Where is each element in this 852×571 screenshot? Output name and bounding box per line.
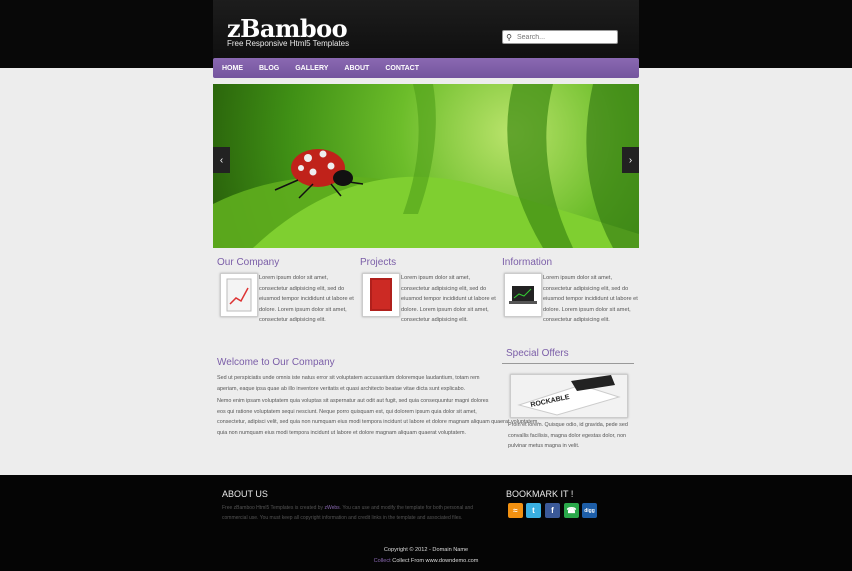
facebook-icon[interactable]: f	[545, 503, 560, 518]
twitter-icon[interactable]: t	[526, 503, 541, 518]
site-tagline: Free Responsive Html5 Templates	[227, 39, 350, 48]
slider-prev-button[interactable]: ‹	[213, 147, 230, 173]
footer	[0, 475, 852, 571]
search-icon[interactable]: ⚲	[503, 33, 515, 42]
hero-slider	[213, 84, 639, 248]
column-text-information: Lorem ipsum dolor sit amet, consectetur a…	[543, 275, 638, 323]
column-title-information: Information	[502, 257, 553, 268]
footer-zwebs-link[interactable]: zWebs	[324, 505, 339, 511]
ladybug-leaf-image	[213, 84, 639, 248]
projects-portfolio-image	[362, 273, 400, 317]
main-nav: HOME BLOG GALLERY ABOUT CONTACT	[213, 58, 639, 78]
footer-bookmark-title: BOOKMARK IT !	[506, 489, 574, 499]
column-text-company: Lorem ipsum dolor sit amet, consectetur a…	[259, 275, 354, 323]
collect-link[interactable]: Collect	[374, 558, 391, 564]
share-icon[interactable]: ☎	[564, 503, 579, 518]
copyright-text: Copyright © 2012 - Domain Name	[383, 547, 469, 553]
column-text-projects: Lorem ipsum dolor sit amet, consectetur a…	[401, 275, 496, 323]
slider-next-button[interactable]: ›	[622, 147, 639, 173]
special-offers-text: Proin et lorem. Quisque odio, id gravida…	[508, 422, 628, 449]
information-laptop-image	[504, 273, 542, 317]
special-offers-title: Special Offers	[506, 348, 569, 359]
nav-about[interactable]: ABOUT	[344, 65, 369, 72]
collect-line: Collect Collect From www.downdemo.com	[373, 558, 479, 564]
search-box: ⚲	[502, 30, 618, 44]
nav-gallery[interactable]: GALLERY	[295, 65, 328, 72]
footer-about-title: ABOUT US	[222, 489, 268, 499]
column-title-company: Our Company	[217, 257, 280, 268]
search-input[interactable]	[515, 32, 613, 42]
nav-blog[interactable]: BLOG	[259, 65, 279, 72]
nav-home[interactable]: HOME	[222, 65, 243, 72]
nav-contact[interactable]: CONTACT	[385, 65, 419, 72]
digg-icon[interactable]: digg	[582, 503, 597, 518]
welcome-paragraph-1: Sed ut perspiciatis unde omnis iste natu…	[217, 375, 480, 392]
special-offers-divider	[502, 363, 634, 364]
company-chart-image	[220, 273, 258, 317]
special-offers-image[interactable]: ROCKABLE	[510, 374, 628, 418]
welcome-title: Welcome to Our Company	[217, 357, 335, 368]
welcome-paragraph-2: Nemo enim ipsam voluptatem quia voluptas…	[217, 398, 539, 436]
footer-about-text: Free zBamboo Html5 Templates is created …	[222, 505, 474, 521]
column-title-projects: Projects	[360, 257, 397, 268]
rss-icon[interactable]: ≈	[508, 503, 523, 518]
